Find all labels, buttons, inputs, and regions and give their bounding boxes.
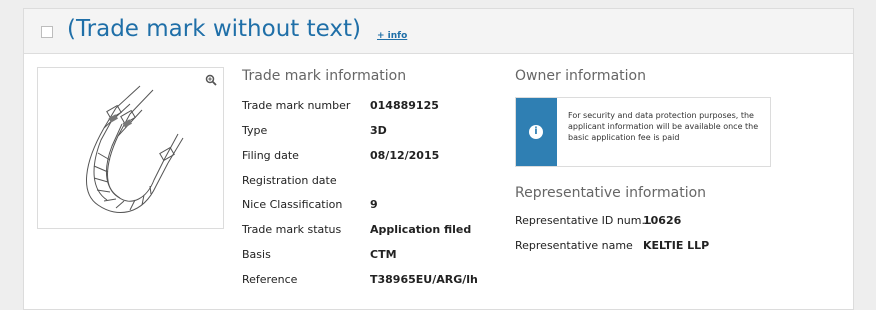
representative-info-title: Representative information xyxy=(515,185,707,201)
select-checkbox[interactable] xyxy=(41,26,53,38)
row-label-reference: Reference xyxy=(242,273,298,286)
trade-mark-drawing xyxy=(86,85,184,214)
row-label-representative-name: Representative name xyxy=(515,239,633,252)
trade-mark-title: (Trade mark without text) xyxy=(67,16,361,42)
trade-mark-info-title: Trade mark information xyxy=(242,68,407,84)
row-label-trade-mark-status: Trade mark status xyxy=(242,223,342,236)
row-label-type: Type xyxy=(242,124,268,137)
notice-icon-bar: i xyxy=(516,98,557,166)
row-value-filing-date: 08/12/2015 xyxy=(370,149,440,162)
row-label-filing-date: Filing date xyxy=(242,149,299,162)
more-info-link[interactable]: + info xyxy=(377,31,407,41)
row-label-representative-id: Representative ID num... xyxy=(515,214,652,227)
row-label-trade-mark-number: Trade mark number xyxy=(242,99,351,112)
owner-info-title: Owner information xyxy=(515,68,646,84)
row-label-nice-classification: Nice Classification xyxy=(242,198,343,211)
card-header: (Trade mark without text) + info xyxy=(24,9,853,54)
row-value-reference: T38965EU/ARG/lh xyxy=(370,273,478,286)
trade-mark-image-panel[interactable] xyxy=(37,67,224,229)
row-value-basis: CTM xyxy=(370,248,397,261)
row-value-representative-name: KELTIE LLP xyxy=(643,239,710,252)
row-value-trade-mark-number: 014889125 xyxy=(370,99,439,112)
row-value-representative-id: 10626 xyxy=(643,214,682,227)
owner-info-notice-text: For security and data protection purpose… xyxy=(568,111,759,142)
zoom-icon[interactable] xyxy=(205,74,217,86)
row-value-trade-mark-status: Application filed xyxy=(370,223,472,236)
row-label-basis: Basis xyxy=(242,248,271,261)
owner-info-notice: i For security and data protection purpo… xyxy=(515,97,771,167)
trade-mark-card: (Trade mark without text) + info Trade m… xyxy=(23,8,854,310)
row-label-registration-date: Registration date xyxy=(242,174,337,187)
row-value-type: 3D xyxy=(370,124,387,137)
info-icon: i xyxy=(529,125,543,139)
row-value-nice-classification: 9 xyxy=(370,198,378,211)
